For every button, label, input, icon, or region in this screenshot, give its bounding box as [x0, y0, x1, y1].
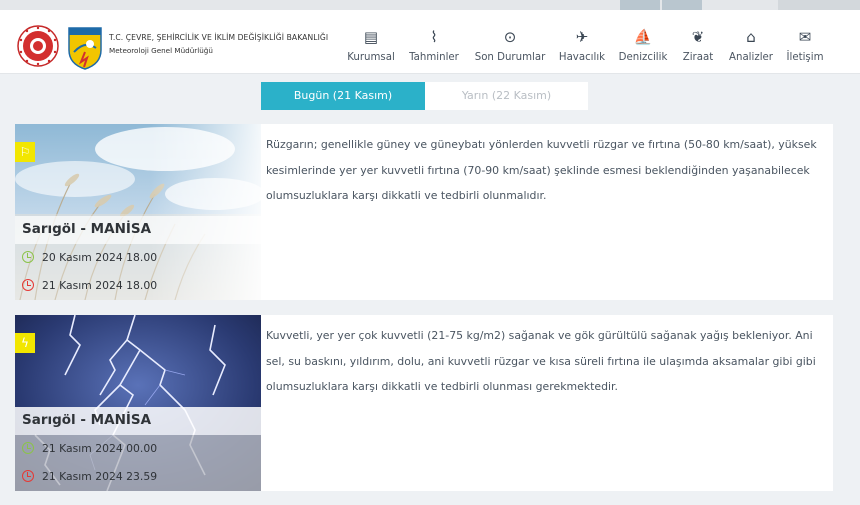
- nav-label: Havacılık: [558, 52, 606, 63]
- site-header: T.C. ÇEVRE, ŞEHİRCİLİK VE İKLİM DEĞİŞİKL…: [0, 10, 860, 74]
- nav-label: Ziraat: [682, 52, 714, 63]
- clock-icon: [22, 470, 34, 482]
- envelope-icon: ✉: [798, 28, 812, 46]
- warning-card: ⚐ Sarıgöl - MANİSA 20 Kasım 2024 18.00 2…: [15, 124, 833, 300]
- nav-havacilik[interactable]: ✈ Havacılık: [558, 26, 606, 63]
- sailboat-icon: ⛵: [633, 28, 653, 46]
- ministry-name: T.C. ÇEVRE, ŞEHİRCİLİK VE İKLİM DEĞİŞİKL…: [109, 33, 329, 42]
- check-circle-icon: ⊙: [503, 28, 517, 46]
- chart-icon: ⌇: [430, 28, 438, 46]
- warning-end-time: 21 Kasım 2024 23.59: [22, 470, 157, 483]
- warning-end-time: 21 Kasım 2024 18.00: [22, 279, 157, 292]
- tab-today[interactable]: Bugün (21 Kasım): [261, 82, 425, 110]
- clock-icon: [22, 279, 34, 291]
- ministry-logo[interactable]: [14, 25, 62, 67]
- nav-tahminler[interactable]: ⌇ Tahminler: [408, 26, 460, 63]
- clock-icon: [22, 251, 34, 263]
- nav-kurumsal[interactable]: ▤ Kurumsal: [345, 26, 397, 63]
- city-weather-izmir[interactable]: [662, 0, 702, 10]
- city-weather-ankara[interactable]: [620, 0, 660, 10]
- warning-location: Sarıgöl - MANİSA: [22, 221, 152, 237]
- wind-flag-icon: ⚐: [15, 142, 35, 162]
- tab-tomorrow[interactable]: Yarın (22 Kasım): [425, 82, 588, 110]
- nav-label: Kurumsal: [347, 52, 395, 63]
- nav-label: Analizler: [729, 52, 773, 63]
- language-switch[interactable]: [778, 0, 860, 10]
- nav-denizcilik[interactable]: ⛵ Denizcilik: [618, 26, 668, 63]
- warning-location: Sarıgöl - MANİSA: [22, 412, 152, 428]
- nav-label: Denizcilik: [618, 52, 668, 63]
- warning-start-time: 20 Kasım 2024 18.00: [22, 251, 157, 264]
- nav-label: Son Durumlar: [474, 52, 546, 63]
- plane-icon: ✈: [575, 28, 589, 46]
- warning-card: ϟ Sarıgöl - MANİSA 21 Kasım 2024 00.00 2…: [15, 315, 833, 491]
- clock-icon: [22, 442, 34, 454]
- warning-description: Rüzgarın; genellikle güney ve güneybatı …: [266, 138, 817, 202]
- nav-label: İletişim: [786, 52, 824, 63]
- mgm-logo[interactable]: [67, 22, 103, 70]
- nav-son-durumlar[interactable]: ⊙ Son Durumlar: [474, 26, 546, 63]
- agency-name: Meteoroloji Genel Müdürlüğü: [109, 46, 213, 55]
- warning-start-time: 21 Kasım 2024 00.00: [22, 442, 157, 455]
- nav-label: Tahminler: [409, 52, 459, 63]
- home-drop-icon: ⌂: [746, 28, 756, 46]
- warning-description: Kuvvetli, yer yer çok kuvvetli (21-75 kg…: [266, 329, 816, 393]
- storm-warning-image: ϟ Sarıgöl - MANİSA 21 Kasım 2024 00.00 2…: [15, 315, 261, 491]
- nav-iletisim[interactable]: ✉ İletişim: [786, 26, 824, 63]
- document-icon: ▤: [363, 28, 379, 46]
- nav-analizler[interactable]: ⌂ Analizler: [728, 26, 774, 63]
- nav-ziraat[interactable]: ❦ Ziraat: [680, 26, 716, 63]
- leaf-icon: ❦: [691, 28, 705, 46]
- lightning-icon: ϟ: [15, 333, 35, 353]
- wind-warning-image: ⚐ Sarıgöl - MANİSA 20 Kasım 2024 18.00 2…: [15, 124, 261, 300]
- top-utility-bar: [0, 0, 860, 10]
